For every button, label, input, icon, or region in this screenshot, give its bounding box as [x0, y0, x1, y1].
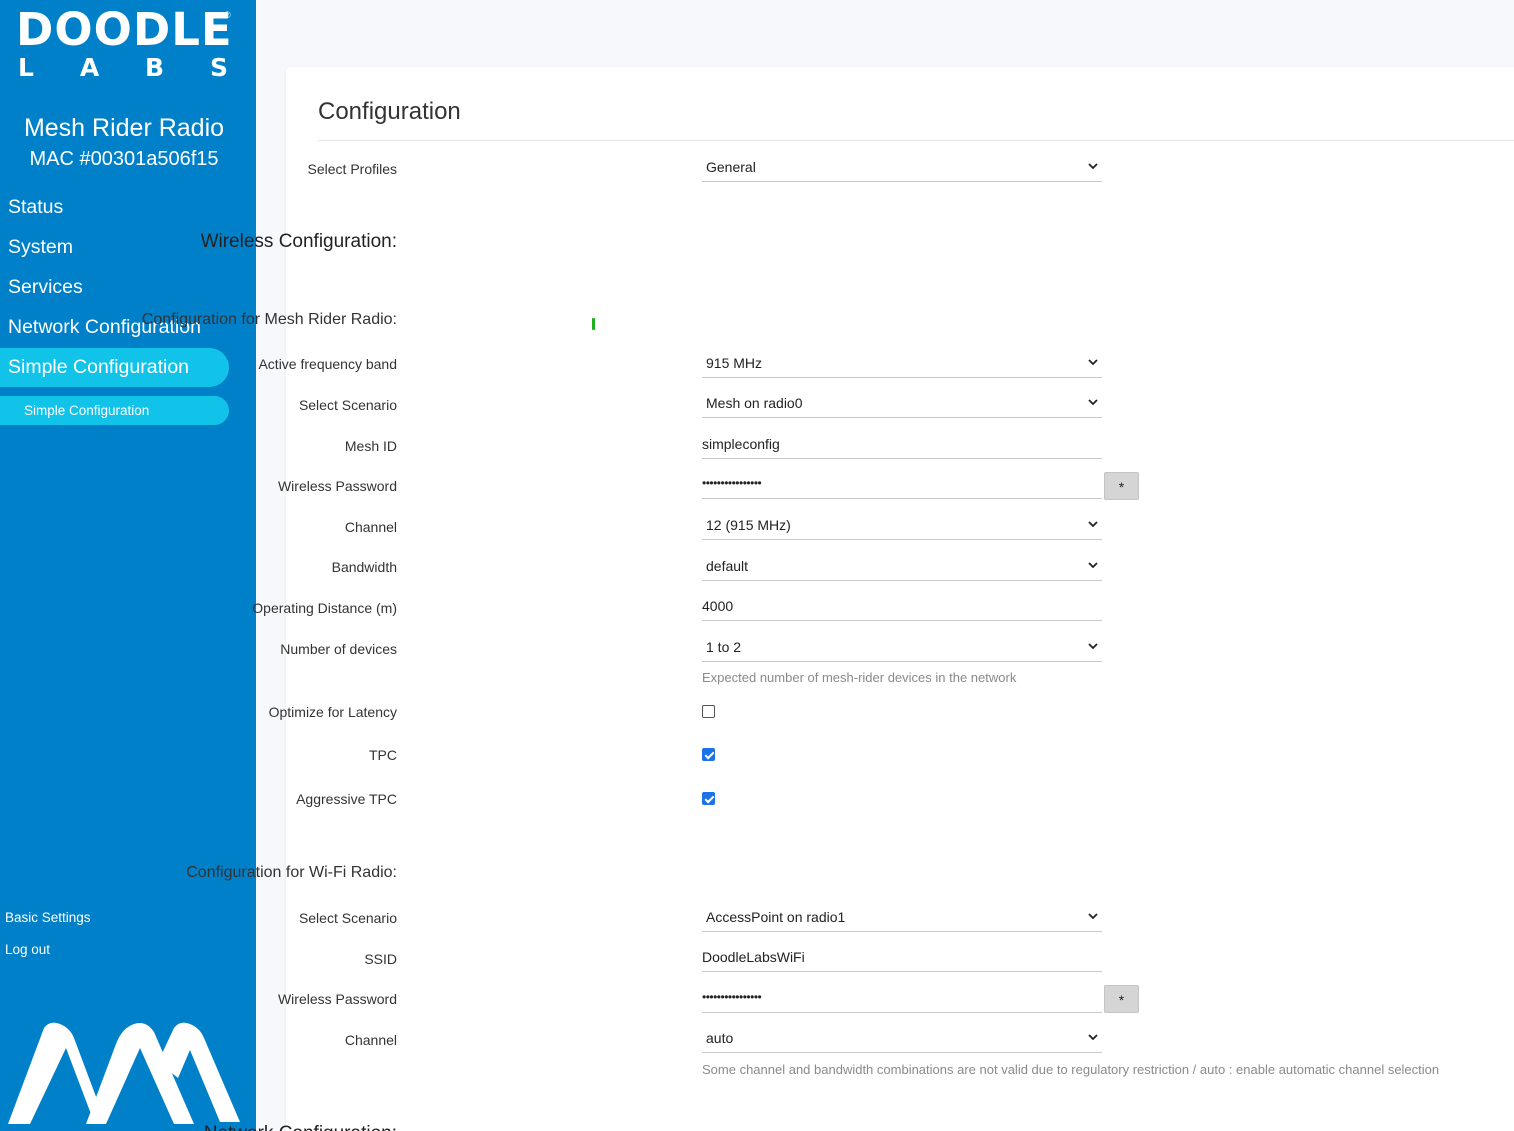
configuration-panel: Configuration Select Profiles General Wi… [142, 67, 1514, 1131]
nav-item-simple-configuration[interactable]: Simple Configuration [0, 348, 229, 387]
chevron-down-icon [1088, 643, 1098, 650]
logout-link[interactable]: Log out [5, 942, 50, 957]
select-profiles-label: Select Profiles [307, 161, 397, 177]
title-divider [318, 140, 1514, 141]
mesh-rider-m-logo [8, 1022, 240, 1124]
number-of-devices-label: Number of devices [280, 641, 397, 657]
wifi-channel-label: Channel [344, 1032, 397, 1048]
mesh-id-label: Mesh ID [344, 438, 397, 454]
mesh-scenario-dropdown[interactable]: Mesh on radio0 [702, 387, 1102, 418]
nav-item-label: Simple Configuration [8, 356, 190, 378]
ssid-label: SSID [364, 951, 397, 967]
wifi-password-label: Wireless Password [277, 991, 397, 1007]
mesh-channel-value: 12 (915 MHz) [706, 517, 791, 533]
wifi-password-value: •••••••••••••••• [702, 990, 762, 1004]
bandwidth-dropdown[interactable]: default [702, 550, 1102, 581]
logo-sub-text: L A B S [16, 54, 228, 82]
mesh-radio-heading: Configuration for Mesh Rider Radio: [141, 311, 397, 328]
nav-item-system[interactable]: System [8, 236, 73, 259]
device-mac: MAC #00301a506f15 [29, 148, 219, 170]
aggressive-tpc-label: Aggressive TPC [296, 791, 397, 807]
chevron-down-icon [1088, 1034, 1098, 1041]
mesh-channel-dropdown[interactable]: 12 (915 MHz) [702, 509, 1102, 540]
bandwidth-label: Bandwidth [331, 559, 397, 575]
wifi-radio-heading: Configuration for Wi-Fi Radio: [186, 864, 397, 881]
ssid-value: DoodleLabsWiFi [702, 949, 805, 965]
select-profiles-value: General [706, 159, 756, 175]
page-title: Configuration [318, 98, 461, 125]
mesh-id-value: simpleconfig [702, 436, 780, 452]
wifi-channel-value: auto [706, 1030, 734, 1046]
operating-distance-label: Operating Distance (m) [252, 600, 397, 616]
logo-letter: L [18, 53, 34, 82]
mesh-password-input[interactable]: •••••••••••••••• [702, 468, 1102, 499]
logo-main-text: DOODLE [16, 3, 233, 56]
wifi-password-reveal-button[interactable]: * [1104, 985, 1139, 1013]
chevron-down-icon [1088, 913, 1098, 920]
chevron-down-icon [1088, 399, 1098, 406]
logo-letter: B [145, 53, 165, 82]
tpc-label: TPC [369, 747, 397, 763]
chevron-down-icon [1088, 359, 1098, 366]
mouse-cursor-icon [592, 318, 595, 330]
chevron-down-icon [1088, 521, 1098, 528]
mesh-scenario-label: Select Scenario [298, 397, 397, 413]
operating-distance-input[interactable]: 4000 [702, 590, 1102, 621]
mesh-id-input[interactable]: simpleconfig [702, 428, 1102, 459]
number-of-devices-dropdown[interactable]: 1 to 2 [702, 631, 1102, 662]
mesh-password-reveal-button[interactable]: * [1104, 472, 1139, 500]
wireless-configuration-heading: Wireless Configuration: [200, 231, 397, 252]
wifi-scenario-dropdown[interactable]: AccessPoint on radio1 [702, 901, 1102, 932]
logo-letter: A [79, 53, 100, 82]
wifi-channel-hint: Some channel and bandwidth combinations … [702, 1062, 1440, 1077]
logo-letter: S [209, 53, 228, 82]
operating-distance-value: 4000 [702, 598, 734, 614]
optimize-latency-checkbox[interactable] [702, 705, 715, 718]
mesh-password-value: •••••••••••••••• [702, 476, 762, 490]
select-profiles-dropdown[interactable]: General [702, 151, 1102, 182]
doodle-labs-logo: DOODLE ® L A B S [16, 6, 246, 82]
subnav-item-label: Simple Configuration [24, 403, 150, 418]
device-title: Mesh Rider Radio [23, 114, 225, 142]
chevron-down-icon [1088, 163, 1098, 170]
bandwidth-value: default [706, 558, 749, 574]
mesh-scenario-value: Mesh on radio0 [706, 395, 803, 411]
subnav-item-simple-configuration[interactable]: Simple Configuration [0, 396, 229, 425]
aggressive-tpc-checkbox[interactable] [702, 792, 715, 805]
frequency-band-label: Active frequency band [258, 356, 397, 372]
ssid-input[interactable]: DoodleLabsWiFi [702, 941, 1102, 972]
tpc-checkbox[interactable] [702, 748, 715, 761]
wifi-scenario-label: Select Scenario [298, 910, 397, 926]
logo-registered-mark: ® [224, 10, 231, 20]
network-configuration-heading: Network Configuration: [204, 1123, 397, 1131]
number-of-devices-value: 1 to 2 [706, 639, 742, 655]
mesh-channel-label: Channel [344, 519, 397, 535]
wifi-channel-dropdown[interactable]: auto [702, 1022, 1102, 1053]
wifi-password-input[interactable]: •••••••••••••••• [702, 982, 1102, 1013]
frequency-band-dropdown[interactable]: 915 MHz [702, 347, 1102, 378]
optimize-latency-label: Optimize for Latency [268, 704, 397, 720]
nav-item-services[interactable]: Services [8, 276, 83, 299]
nav-item-status[interactable]: Status [8, 196, 63, 219]
wifi-scenario-value: AccessPoint on radio1 [706, 909, 846, 925]
frequency-band-value: 915 MHz [706, 355, 763, 371]
chevron-down-icon [1088, 562, 1098, 569]
mesh-password-label: Wireless Password [277, 478, 397, 494]
basic-settings-link[interactable]: Basic Settings [5, 910, 91, 925]
sidebar: DOODLE ® L A B S Mesh Rider Radio MAC #0… [0, 0, 256, 1131]
number-of-devices-hint: Expected number of mesh-rider devices in… [702, 670, 1017, 685]
